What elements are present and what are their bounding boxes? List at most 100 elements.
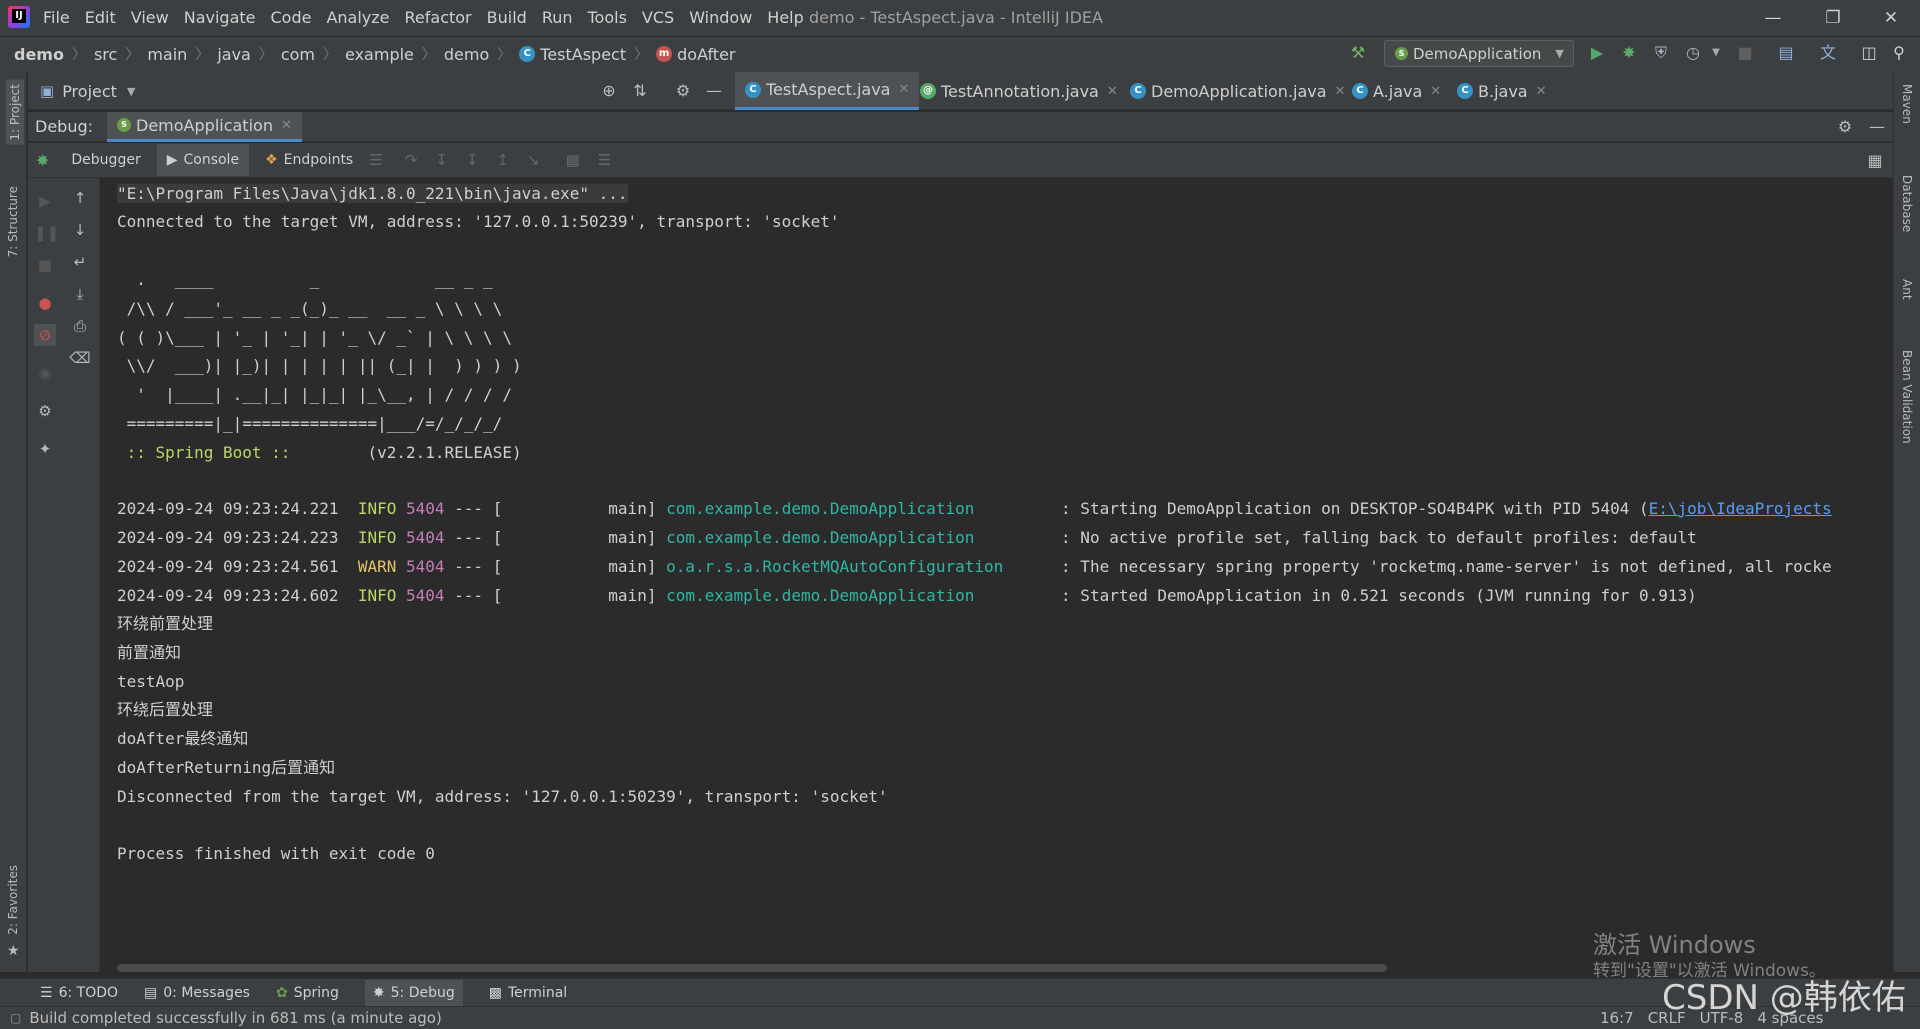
camera-icon[interactable]: ◉ [34, 362, 56, 384]
restore-icon[interactable]: ❐ [1810, 0, 1856, 36]
menu-edit[interactable]: Edit [85, 0, 116, 36]
console-output[interactable]: "E:\Program Files\Java\jdk1.8.0_221\bin\… [101, 178, 1893, 972]
messages-tool-button[interactable]: ▤ 0: Messages [144, 985, 250, 1001]
close-icon[interactable]: ✕ [898, 82, 909, 97]
subtab-endpoints[interactable]: ❖ Endpoints [265, 152, 353, 168]
build-hammer-icon[interactable]: ⚒ [1347, 42, 1369, 64]
view-breakpoints-icon[interactable]: ● [34, 292, 56, 314]
hide-icon[interactable]: — [1866, 116, 1888, 138]
log-path-link[interactable]: E:\job\IdeaProjects [1649, 499, 1832, 518]
gear-icon[interactable]: ⚙ [672, 80, 694, 102]
crumb-class[interactable]: TestAspect [540, 45, 626, 64]
favorites-tool-button[interactable]: 2: Favorites [6, 865, 20, 935]
up-arrow-icon[interactable]: ↑ [69, 187, 91, 209]
crumb-project[interactable]: demo [14, 45, 64, 64]
crumb-java[interactable]: java [217, 45, 251, 64]
trash-icon[interactable]: ⌫ [69, 347, 91, 369]
spring-tool-button[interactable]: ✿ Spring [276, 985, 339, 1001]
menu-refactor[interactable]: Refactor [405, 0, 472, 36]
debug-session-tab[interactable]: S DemoApplication ✕ [107, 111, 302, 142]
gear-icon[interactable]: ⚙ [1834, 116, 1856, 138]
presentation-icon[interactable]: ◫ [1858, 42, 1880, 64]
trace-icon[interactable]: ☰ [598, 151, 611, 169]
structure-tool-button[interactable]: 7: Structure [6, 186, 20, 257]
terminal-tool-button[interactable]: ▩ Terminal [489, 985, 567, 1001]
database-tool-button[interactable]: Database [1900, 175, 1914, 232]
crumb-src[interactable]: src [94, 45, 117, 64]
stop-icon[interactable]: ■ [34, 254, 56, 276]
pause-icon[interactable]: ❚❚ [34, 222, 59, 244]
tab-b[interactable]: C B.java ✕ [1447, 72, 1557, 110]
project-structure-icon[interactable]: ▤ [1775, 42, 1797, 64]
caret-position[interactable]: 16:7 [1600, 1009, 1634, 1027]
horizontal-scrollbar[interactable] [117, 964, 1387, 972]
menu-help[interactable]: Help [767, 0, 803, 36]
project-view-selector[interactable]: ▣ Project ▼ [40, 72, 135, 110]
menu-file[interactable]: File [43, 0, 70, 36]
debug-tool-button[interactable]: ✸ 5: Debug [364, 979, 463, 1006]
hide-icon[interactable]: — [703, 80, 725, 102]
minimize-icon[interactable]: — [1750, 0, 1796, 36]
scroll-to-end-icon[interactable]: ⤓ [69, 283, 91, 305]
search-icon[interactable]: ⚲ [1888, 42, 1910, 64]
tool-windows-toggle-icon[interactable]: ▢ [10, 1011, 21, 1025]
project-tool-button[interactable]: 1: Project [6, 80, 24, 145]
coverage-icon[interactable]: ⛨ [1650, 42, 1672, 64]
more-run-chevron-icon[interactable]: ▼ [1705, 42, 1727, 64]
crumb-main[interactable]: main [147, 45, 187, 64]
menu-view[interactable]: View [131, 0, 169, 36]
print-icon[interactable]: ⎙ [69, 315, 91, 337]
menu-vcs[interactable]: VCS [642, 0, 674, 36]
resume-icon[interactable]: ▶ [34, 190, 56, 212]
menu-window[interactable]: Window [689, 0, 752, 36]
pin-icon[interactable]: ✦ [34, 438, 56, 460]
step-over-icon[interactable]: ↷ [405, 151, 418, 169]
crumb-separator-icon: 〉 [125, 47, 140, 63]
locate-icon[interactable]: ⊕ [598, 80, 620, 102]
gear-icon[interactable]: ⚙ [34, 400, 56, 422]
tab-testannotation[interactable]: @ TestAnnotation.java ✕ [910, 72, 1128, 110]
close-icon[interactable]: ✕ [1107, 84, 1118, 99]
stop-icon[interactable]: ■ [1734, 42, 1756, 64]
profile-icon[interactable]: ◷ [1682, 42, 1704, 64]
evaluate-icon[interactable]: ▦ [566, 151, 580, 169]
tab-testaspect[interactable]: C TestAspect.java ✕ [735, 72, 920, 110]
close-icon[interactable]: ✕ [1430, 84, 1441, 99]
menu-navigate[interactable]: Navigate [184, 0, 256, 36]
bean-validation-tool-button[interactable]: Bean Validation [1900, 350, 1914, 444]
crumb-example[interactable]: example [345, 45, 414, 64]
translate-icon[interactable]: 文 [1817, 42, 1839, 64]
ant-tool-button[interactable]: Ant [1900, 279, 1914, 300]
menu-tools[interactable]: Tools [588, 0, 627, 36]
crumb-com[interactable]: com [281, 45, 315, 64]
close-icon[interactable]: ✕ [1868, 0, 1914, 36]
down-arrow-icon[interactable]: ↓ [69, 219, 91, 241]
run-configuration-select[interactable]: S DemoApplication ▼ [1384, 40, 1574, 67]
menu-code[interactable]: Code [271, 0, 312, 36]
soft-wrap-icon[interactable]: ↵ [69, 251, 91, 273]
run-to-cursor-icon[interactable]: ↘ [527, 151, 540, 169]
menu-analyze[interactable]: Analyze [326, 0, 389, 36]
todo-tool-button[interactable]: ☰ 6: TODO [40, 985, 118, 1001]
status-message[interactable]: Build completed successfully in 681 ms (… [29, 1009, 441, 1027]
force-step-into-icon[interactable]: ↧ [466, 151, 479, 169]
maven-tool-button[interactable]: Maven [1900, 84, 1914, 124]
debug-icon[interactable]: ✸ [1618, 42, 1640, 64]
crumb-method[interactable]: doAfter [677, 45, 735, 64]
step-out-icon[interactable]: ↥ [496, 151, 509, 169]
layout-icon[interactable]: ☰ [369, 151, 382, 169]
mute-breakpoints-icon[interactable]: ⊘ [34, 324, 56, 346]
subtab-console[interactable]: ▶ Console [156, 144, 250, 176]
menu-run[interactable]: Run [542, 0, 573, 36]
close-icon[interactable]: ✕ [281, 118, 292, 133]
close-icon[interactable]: ✕ [1536, 84, 1547, 99]
crumb-demo[interactable]: demo [444, 45, 489, 64]
tab-a[interactable]: C A.java ✕ [1342, 72, 1451, 110]
subtab-debugger[interactable]: Debugger [71, 152, 140, 168]
collapse-all-icon[interactable]: ⇅ [629, 80, 651, 102]
menu-build[interactable]: Build [487, 0, 527, 36]
tab-demoapplication[interactable]: C DemoApplication.java ✕ [1120, 72, 1355, 110]
restore-layout-icon[interactable]: ▦ [1864, 150, 1886, 172]
step-into-icon[interactable]: ↧ [435, 151, 448, 169]
run-icon[interactable]: ▶ [1586, 42, 1608, 64]
